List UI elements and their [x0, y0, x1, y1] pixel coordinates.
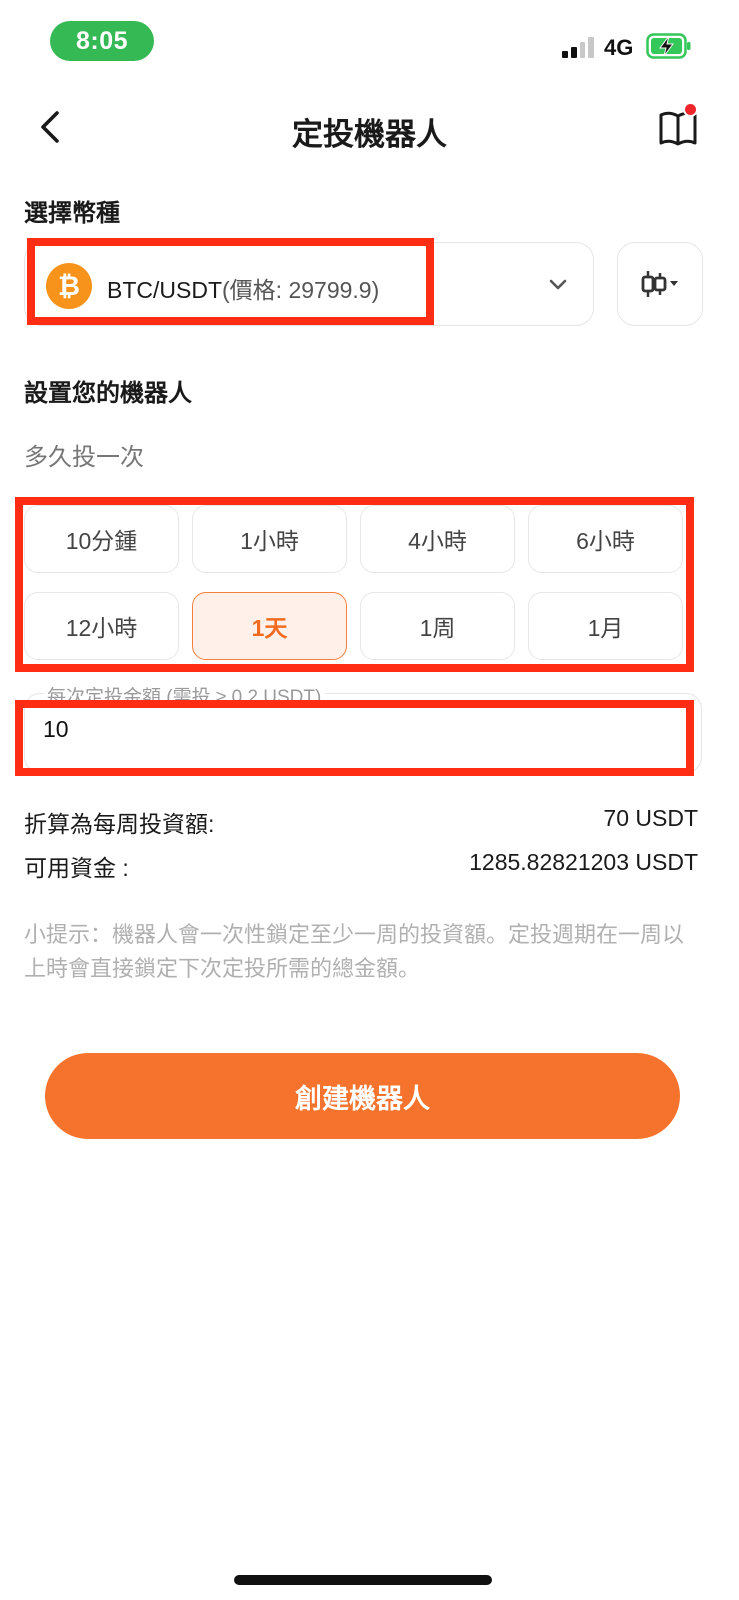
chart-button[interactable] — [617, 242, 703, 326]
weekly-amount-row: 折算為每周投資額: 70 USDT — [24, 805, 698, 839]
frequency-options: 10分鍾 1小時 4小時 6小時 12小時 1天 1周 1月 — [24, 505, 694, 660]
tip-text: 小提示：機器人會一次性鎖定至少一周的投資額。定投週期在一周以上時會直接鎖定下次定… — [24, 922, 685, 981]
frequency-option[interactable]: 1小時 — [192, 505, 347, 573]
battery-charging-icon — [646, 33, 691, 59]
available-funds-label: 可用資金 : — [24, 855, 129, 881]
cellular-signal-icon — [562, 36, 594, 58]
available-funds-value: 1285.82821203 USDT — [469, 849, 698, 875]
pair-dropdown[interactable]: ₿ BTC/USDT(價格: 29799.9) — [24, 242, 594, 326]
bitcoin-icon: ₿ — [46, 263, 92, 309]
pair-display: BTC/USDT(價格: 29799.9) — [107, 271, 379, 305]
chevron-down-icon — [549, 279, 567, 290]
create-robot-button[interactable]: 創建機器人 — [45, 1053, 680, 1139]
amount-input[interactable]: 10 — [43, 716, 69, 743]
frequency-option[interactable]: 6小時 — [528, 505, 683, 573]
network-type: 4G — [604, 35, 634, 60]
page-title: 定投機器人 — [292, 117, 447, 152]
frequency-option[interactable]: 10分鍾 — [24, 505, 179, 573]
frequency-option-selected[interactable]: 1天 — [192, 592, 347, 660]
candlestick-icon — [641, 271, 678, 297]
amount-field-label: 每次定投金額 (需投 ≥ 0.2 USDT) — [43, 682, 326, 709]
frequency-option[interactable]: 1周 — [360, 592, 515, 660]
notification-dot — [683, 102, 698, 117]
home-indicator — [234, 1575, 492, 1585]
status-bar: 8:05 4G — [0, 0, 739, 80]
frequency-option[interactable]: 4小時 — [360, 505, 515, 573]
amount-field[interactable]: 每次定投金額 (需投 ≥ 0.2 USDT) 10 — [24, 682, 702, 773]
frequency-option[interactable]: 1月 — [528, 592, 683, 660]
pair-name: BTC/USDT — [107, 277, 222, 303]
robot-section-title: 設置您的機器人 — [24, 380, 192, 407]
available-funds-row: 可用資金 : 1285.82821203 USDT — [24, 849, 698, 883]
weekly-amount-label: 折算為每周投資額: — [24, 811, 215, 837]
pair-price: (價格: 29799.9) — [222, 277, 380, 303]
status-time: 8:05 — [50, 21, 154, 61]
navigation-header: 定投機器人 — [0, 95, 739, 161]
frequency-option[interactable]: 12小時 — [24, 592, 179, 660]
weekly-amount-value: 70 USDT — [603, 805, 698, 831]
pair-section-title: 選擇幣種 — [24, 200, 120, 227]
frequency-label: 多久投一次 — [24, 444, 144, 471]
